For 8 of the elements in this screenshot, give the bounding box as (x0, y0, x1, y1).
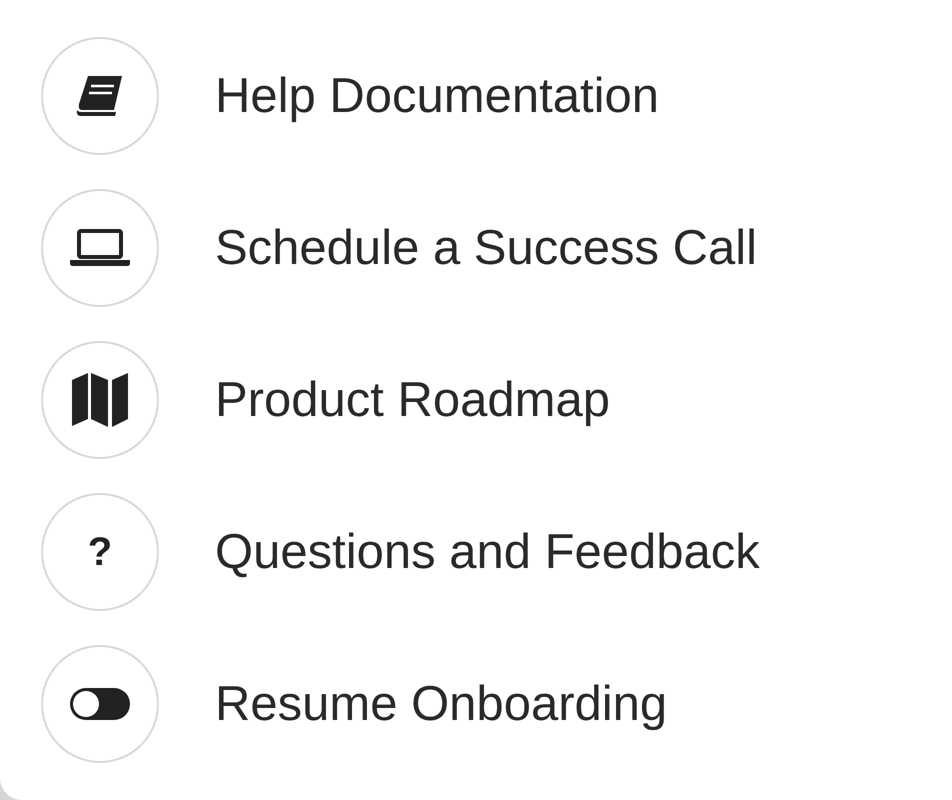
laptop-icon (69, 229, 131, 267)
question-icon: ? (88, 530, 112, 574)
menu-item-label[interactable]: Questions and Feedback (215, 524, 760, 580)
map-icon (71, 372, 129, 428)
menu-item-label[interactable]: Schedule a Success Call (215, 220, 758, 276)
menu-item-label[interactable]: Resume Onboarding (215, 676, 668, 732)
menu-item-label[interactable]: Help Documentation (215, 68, 659, 124)
menu-item-label[interactable]: Product Roadmap (215, 372, 610, 428)
